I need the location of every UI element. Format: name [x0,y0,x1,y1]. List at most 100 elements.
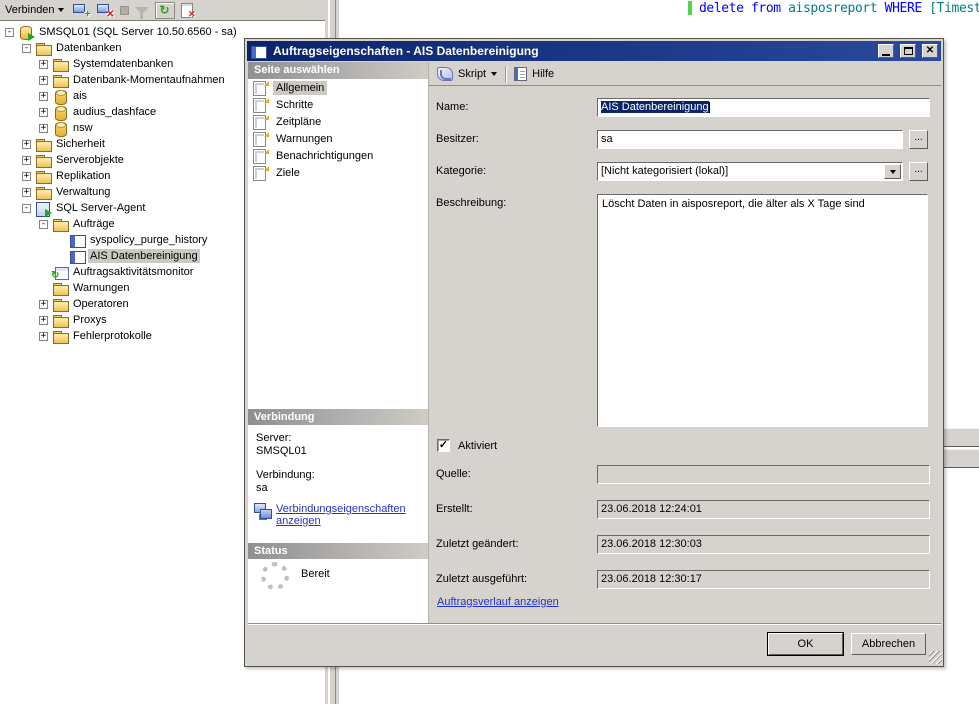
folder-icon [35,41,52,56]
owner-label: Besitzer: [436,133,479,145]
chevron-down-icon [58,8,64,12]
last-executed-input-value: 23.06.2018 12:30:17 [601,573,702,585]
description-textarea[interactable]: Löscht Daten in aisposreport, die älter … [597,194,928,427]
help-button[interactable]: Hilfe [532,68,554,80]
resize-grip[interactable] [929,651,942,664]
expand-icon[interactable]: + [22,172,31,181]
name-input[interactable]: AIS Datenbereinigung [597,98,930,117]
expand-icon[interactable]: + [39,60,48,69]
job-icon [250,44,267,58]
page-icon [252,80,269,95]
maximize-button[interactable] [900,44,916,58]
disconnect-server-icon[interactable]: ✕ [96,3,114,18]
enabled-label: Aktiviert [458,440,497,452]
ok-button[interactable]: OK [768,633,843,655]
status-header: Status [248,543,428,559]
expand-icon[interactable]: + [22,156,31,165]
status-value: Bereit [301,568,330,580]
script-button[interactable]: Skript [458,68,486,80]
collapse-icon[interactable]: - [22,204,31,213]
connect-dropdown-button[interactable]: Verbinden [3,3,66,17]
combo-arrow-icon[interactable] [884,164,901,179]
page-item-zeitpläne[interactable]: Zeitpläne [248,113,428,130]
tree-item-label: nsw [71,121,95,135]
expand-icon[interactable]: + [39,300,48,309]
category-select-value: [Nicht kategorisiert (lokal)] [601,165,728,177]
server-icon [18,25,35,40]
cancel-button[interactable]: Abbrechen [851,633,926,655]
connection-properties-link[interactable]: Verbindungseigenschaften anzeigen [276,503,424,527]
connection-label: Verbindung: [256,469,315,481]
owner-input-value: sa [601,133,613,145]
stop-icon [120,6,129,15]
tree-item-label: Auftragsaktivitätsmonitor [71,265,195,279]
category-browse-button[interactable]: ... [909,162,928,181]
page-item-label: Allgemein [273,81,327,95]
activity-monitor-icon [52,265,69,280]
expand-icon[interactable]: + [39,332,48,341]
sql-token: delete from [699,1,788,16]
job-history-link[interactable]: Auftragsverlauf anzeigen [437,596,559,608]
page-item-ziele[interactable]: Ziele [248,164,428,181]
button-separator [248,623,941,625]
connection-value: sa [256,482,268,494]
page-item-schritte[interactable]: Schritte [248,96,428,113]
name-input-value: AIS Datenbereinigung [601,101,709,113]
refresh-icon[interactable]: ↻ [155,2,175,19]
folder-icon [52,281,69,296]
tree-item-label: Systemdatenbanken [71,57,175,71]
tree-item-label: SMSQL01 (SQL Server 10.50.6560 - sa) [37,25,239,39]
close-button[interactable]: ✕ [922,44,938,58]
tree-item-label: Replikation [54,169,112,183]
tree-item-label: Datenbank-Momentaufnahmen [71,73,227,87]
created-input-value: 23.06.2018 12:24:01 [601,503,702,515]
database-icon [52,121,69,136]
connect-button-label: Verbinden [5,4,55,16]
connect-server-icon[interactable]: + [72,3,90,18]
job-icon [69,233,86,248]
collapse-icon[interactable]: - [22,44,31,53]
expand-icon[interactable]: + [39,316,48,325]
collapse-icon[interactable]: - [5,28,14,37]
expand-icon[interactable]: + [39,92,48,101]
folder-icon [35,153,52,168]
sql-token: [Timestamp] [929,1,979,16]
category-label: Kategorie: [436,165,486,177]
dialog-title-bar[interactable]: Auftragseigenschaften - AIS Datenbereini… [247,41,941,61]
pages-header: Seite auswählen [248,62,428,79]
minimize-button[interactable] [878,44,894,58]
dialog-left-panel: Seite auswählen Allgemein SchritteZeitplä… [248,62,429,623]
collapse-icon[interactable]: - [39,220,48,229]
page-item-benachrichtigungen[interactable]: Benachrichtigungen [248,147,428,164]
script-icon [437,67,453,81]
created-input: 23.06.2018 12:24:01 [597,500,930,519]
background-panel-edge [939,428,979,447]
expand-icon[interactable]: + [22,140,31,149]
tree-item-label: Sicherheit [54,137,107,151]
folder-icon [52,329,69,344]
database-icon [52,89,69,104]
expand-icon[interactable]: + [39,108,48,117]
script-error-icon[interactable] [181,3,194,18]
expand-icon[interactable]: + [22,188,31,197]
owner-input[interactable]: sa [597,130,903,149]
sql-server-agent-icon [35,201,52,216]
dialog-toolbar: Skript Hilfe [429,62,941,86]
page-item-allgemein[interactable]: Allgemein [248,79,428,96]
chevron-down-icon[interactable] [491,72,497,76]
category-select[interactable]: [Nicht kategorisiert (lokal)] [597,162,903,181]
folder-icon [52,73,69,88]
owner-browse-button[interactable]: ... [909,130,928,149]
expand-icon[interactable]: + [39,124,48,133]
expand-icon[interactable]: + [39,76,48,85]
page-item-warnungen[interactable]: Warnungen [248,130,428,147]
tree-item-label: Serverobjekte [54,153,126,167]
page-icon [252,97,269,112]
tree-item-label: Fehlerprotokolle [71,329,154,343]
modified-label: Zuletzt geändert: [436,538,519,550]
page-icon [252,165,269,180]
enabled-checkbox[interactable]: ✓ [437,439,450,452]
page-item-label: Schritte [273,98,316,112]
page-icon [252,148,269,163]
page-item-label: Ziele [273,166,303,180]
